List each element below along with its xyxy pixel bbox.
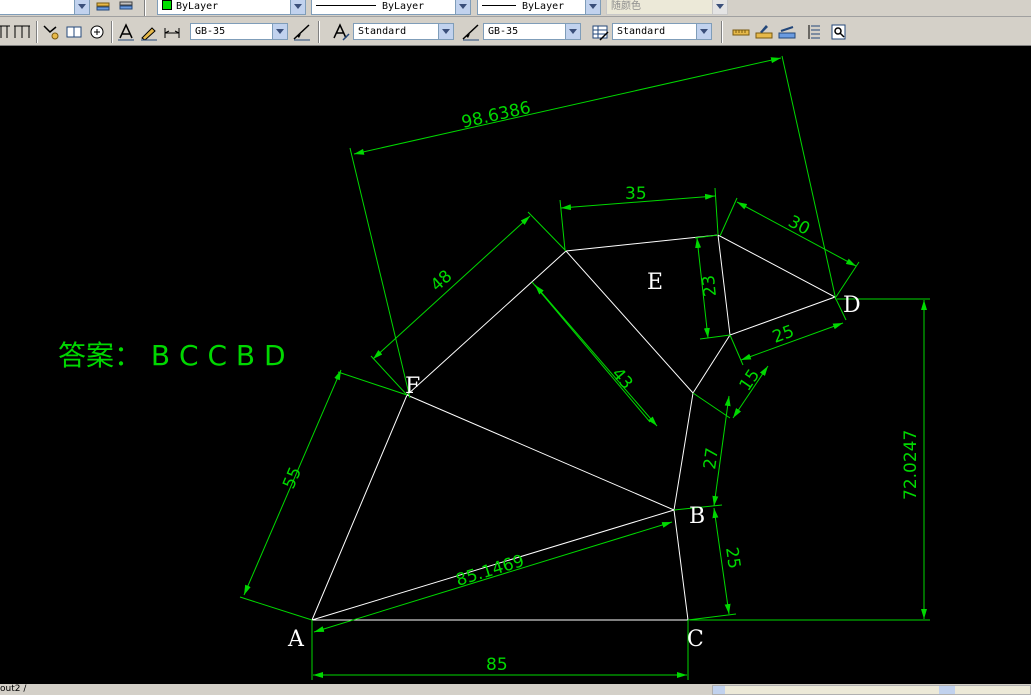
layout-tab[interactable]: out2 / bbox=[0, 684, 26, 695]
color-dropdown[interactable]: ByLayer bbox=[157, 0, 306, 15]
dim-30: 30 bbox=[785, 212, 813, 240]
text-style-icon[interactable] bbox=[331, 22, 351, 42]
horizontal-scrollbar[interactable] bbox=[712, 685, 1031, 695]
dimstyle-manager-icon[interactable] bbox=[292, 22, 312, 42]
point-label-d: D bbox=[843, 293, 861, 318]
linetype-value: ByLayer bbox=[382, 1, 425, 12]
textstyle-dropdown[interactable]: Standard bbox=[353, 23, 454, 40]
layer-states-icon[interactable] bbox=[94, 0, 114, 18]
chevron-down-icon bbox=[712, 0, 727, 14]
scroll-left-icon[interactable] bbox=[713, 686, 725, 694]
lineweight-dropdown[interactable]: ByLayer bbox=[477, 0, 601, 15]
lineweight-value: ByLayer bbox=[522, 1, 565, 12]
answer-text: 答案： B C C B D bbox=[58, 339, 286, 372]
chevron-down-icon[interactable] bbox=[272, 24, 287, 39]
drawing-canvas[interactable]: 98.6386 35 30 48 43 23 25 15 27 25 72.02… bbox=[0, 46, 1031, 684]
point-label-a: A bbox=[287, 627, 305, 652]
chevron-down-icon[interactable] bbox=[455, 0, 470, 14]
dimstyle-dropdown[interactable]: GB-35 bbox=[190, 23, 288, 40]
line-sample-icon bbox=[482, 5, 516, 6]
plotstyle-value: 随颜色 bbox=[611, 1, 641, 12]
chevron-down-icon[interactable] bbox=[565, 24, 580, 39]
green-swatch-icon bbox=[162, 0, 172, 10]
separator bbox=[36, 21, 38, 43]
dim-23: 23 bbox=[699, 274, 721, 298]
dim-27: 27 bbox=[700, 446, 723, 470]
dim-85-1469: 85.1469 bbox=[454, 551, 527, 591]
tablestyle-value: Standard bbox=[617, 26, 666, 37]
separator bbox=[318, 21, 320, 43]
scroll-thumb[interactable] bbox=[939, 686, 955, 694]
textstyle-value: Standard bbox=[358, 26, 407, 37]
separator bbox=[111, 21, 113, 43]
quick-leader-icon[interactable] bbox=[41, 22, 61, 42]
chevron-down-icon[interactable] bbox=[438, 24, 453, 39]
dim-update-icon[interactable] bbox=[162, 22, 182, 42]
point-label-c: C bbox=[687, 627, 704, 652]
ruler-edit-icon[interactable] bbox=[754, 22, 774, 42]
geometry-lines bbox=[311, 234, 837, 621]
color-value: ByLayer bbox=[176, 1, 219, 12]
dimstyle-icon[interactable] bbox=[461, 22, 481, 42]
styles-toolbar: GB-35 Standard GB-35 Standard bbox=[0, 17, 1031, 46]
dim-text-edit-icon[interactable] bbox=[139, 22, 159, 42]
chevron-down-icon[interactable] bbox=[585, 0, 600, 14]
line-sample-icon bbox=[316, 5, 376, 6]
dim-85: 85 bbox=[486, 655, 508, 675]
dimstyle-value: GB-35 bbox=[195, 26, 226, 37]
point-label-b: B bbox=[689, 504, 705, 529]
dim-43: 43 bbox=[607, 364, 636, 393]
dim-55: 55 bbox=[279, 464, 306, 492]
dimstyle2-value: GB-35 bbox=[488, 26, 519, 37]
dim-48: 48 bbox=[427, 266, 456, 295]
dim-98-6386: 98.6386 bbox=[460, 98, 533, 133]
dim-25-inner: 25 bbox=[770, 322, 797, 348]
drawing-svg[interactable]: 98.6386 35 30 48 43 23 25 15 27 25 72.02… bbox=[0, 46, 1031, 684]
linetype-dropdown[interactable]: ByLayer bbox=[311, 0, 471, 15]
chevron-down-icon[interactable] bbox=[696, 24, 711, 39]
dim-35: 35 bbox=[625, 184, 647, 204]
table-style-icon[interactable] bbox=[590, 22, 610, 42]
chevron-down-icon[interactable] bbox=[290, 0, 305, 14]
center-mark-icon[interactable] bbox=[87, 22, 107, 42]
ruler-settings-icon[interactable] bbox=[777, 22, 797, 42]
ruler-icon[interactable] bbox=[731, 22, 751, 42]
tolerance-icon[interactable] bbox=[64, 22, 84, 42]
dim-15: 15 bbox=[736, 366, 765, 395]
extension-lines bbox=[239, 55, 930, 680]
layer-dropdown[interactable] bbox=[0, 0, 90, 15]
separator bbox=[721, 21, 723, 43]
dim-edit-icon[interactable] bbox=[116, 22, 136, 42]
tablestyle-dropdown[interactable]: Standard bbox=[612, 23, 712, 40]
layer-previous-icon[interactable] bbox=[116, 0, 136, 18]
dimension-lines bbox=[243, 57, 927, 678]
separator bbox=[144, 0, 146, 16]
chevron-down-icon[interactable] bbox=[74, 0, 89, 14]
point-label-e: E bbox=[647, 270, 663, 295]
dim-continue-icon[interactable] bbox=[12, 22, 32, 42]
dimstyle2-dropdown[interactable]: GB-35 bbox=[483, 23, 581, 40]
properties-toolbar: ByLayer ByLayer ByLayer 随颜色 bbox=[0, 0, 1031, 17]
list-tool-icon[interactable] bbox=[806, 22, 826, 42]
dim-72-0247: 72.0247 bbox=[901, 430, 921, 500]
bottom-bar: out2 / bbox=[0, 684, 1031, 695]
plotstyle-dropdown: 随颜色 bbox=[606, 0, 728, 15]
dim-25-right: 25 bbox=[721, 546, 744, 570]
find-tool-icon[interactable] bbox=[829, 22, 849, 42]
point-label-f: F bbox=[405, 374, 420, 399]
